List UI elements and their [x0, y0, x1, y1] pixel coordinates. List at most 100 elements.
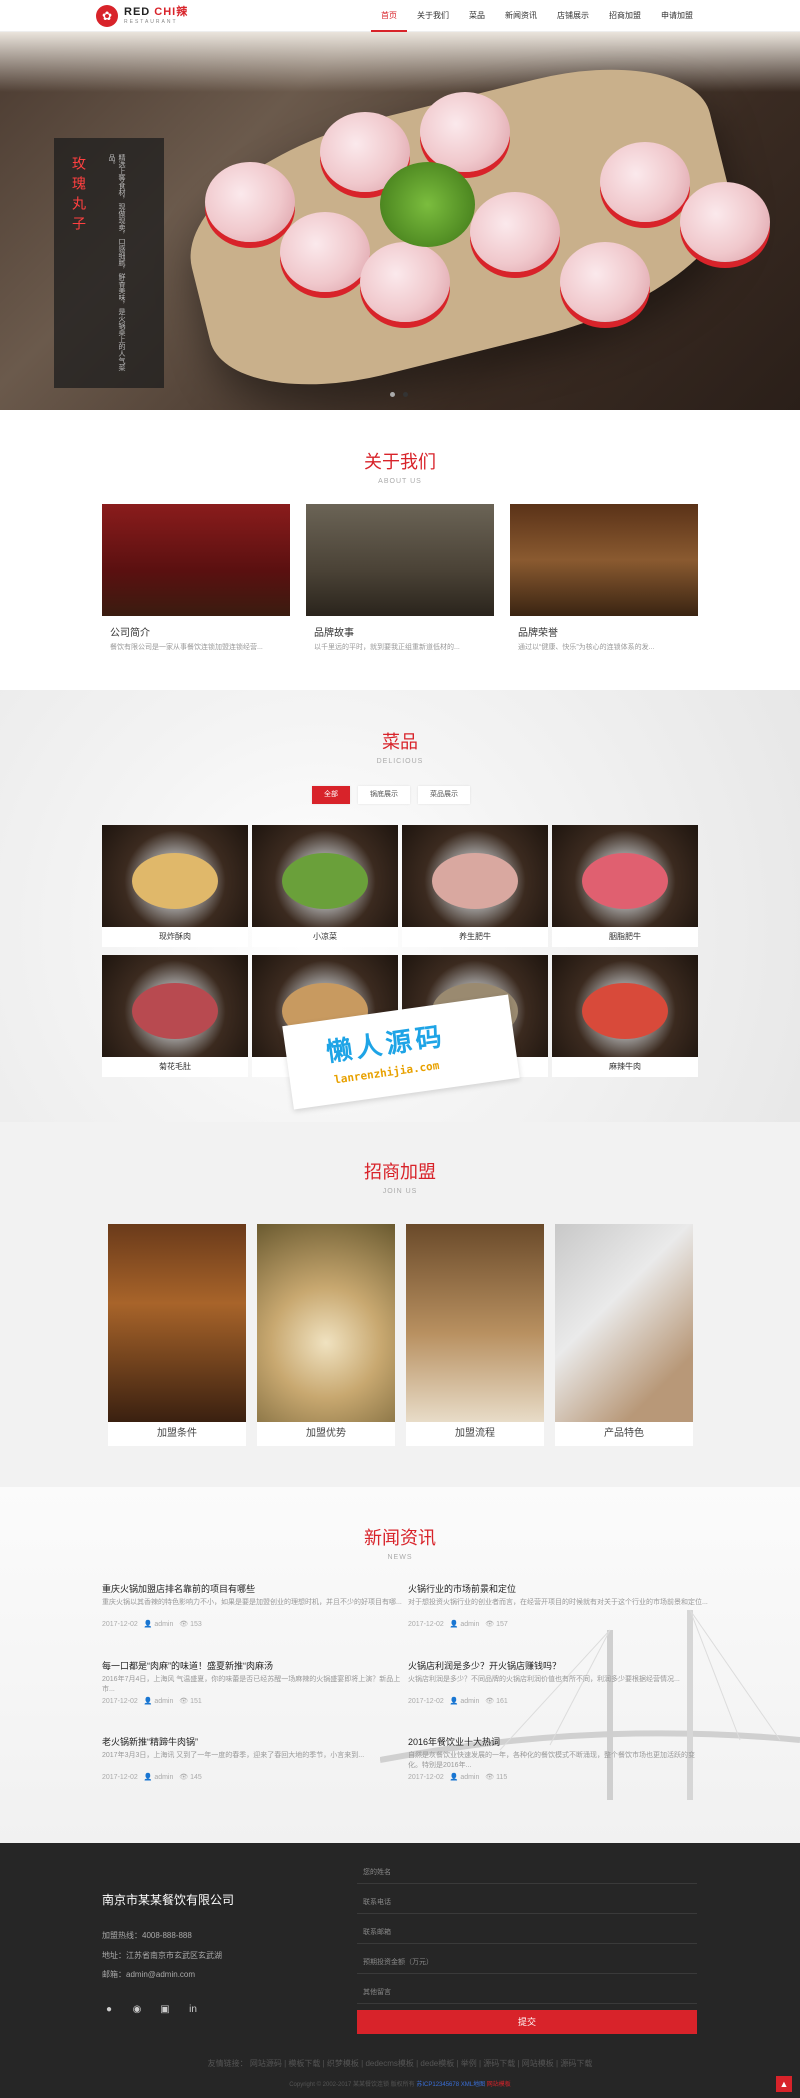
news-item-title[interactable]: 火锅店利润是多少？开火锅店赚钱吗？ — [408, 1659, 708, 1672]
twitter-icon[interactable]: ▣ — [158, 2004, 172, 2015]
about-card[interactable]: 品牌荣誉 通过以“健康、快乐”为核心的连锁体系的发... — [510, 504, 698, 654]
slider-dot[interactable] — [390, 392, 395, 397]
news-item[interactable]: 火锅店利润是多少？开火锅店赚钱吗？ 火锅店利润是多少？不同品牌的火锅店利润价值也… — [408, 1659, 708, 1705]
news-item[interactable]: 老火锅新推“精蹄牛肉锅” 2017年3月3日，上海讯 又到了一年一度的春季，迎来… — [102, 1735, 402, 1781]
linkedin-icon[interactable]: in — [186, 2004, 200, 2015]
template-link[interactable]: 网站模板 — [487, 2082, 511, 2088]
join-card[interactable]: 加盟流程 — [406, 1224, 544, 1446]
copyright-text: Copyright © 2002-2017 某某餐饮连锁 版权所有 — [289, 2082, 415, 2088]
news-item-title[interactable]: 火锅行业的市场前景和定位 — [408, 1582, 708, 1595]
about-card-title[interactable]: 品牌荣誉 — [510, 624, 698, 639]
join-card-label[interactable]: 加盟条件 — [108, 1422, 246, 1446]
dish-card[interactable]: 现炸酥肉 — [102, 825, 248, 947]
back-to-top-icon[interactable]: ▲ — [776, 2076, 792, 2092]
tab-all[interactable]: 全部 — [312, 786, 350, 804]
tab-pot-base[interactable]: 锅底展示 — [358, 786, 410, 804]
nav-dishes[interactable]: 菜品 — [459, 0, 495, 32]
news-item-title[interactable]: 2016年餐饮业十大热词 — [408, 1735, 708, 1748]
join-subtitle: JOIN US — [382, 1188, 418, 1195]
news-item[interactable]: 火锅行业的市场前景和定位 对于想投资火锅行业的创业者而言，在经营开项目的时候就有… — [408, 1582, 708, 1628]
nav-news[interactable]: 新闻资讯 — [495, 0, 547, 32]
copyright: Copyright © 2002-2017 某某餐饮连锁 版权所有 苏ICP12… — [0, 2079, 800, 2088]
news-item[interactable]: 重庆火锅加盟店排名靠前的项目有哪些 重庆火锅以其香辣的特色影响力不小，如果是要是… — [102, 1582, 402, 1628]
dish-tabs: 全部 锅底展示 菜品展示 — [312, 786, 470, 804]
name-field[interactable]: 您的姓名 — [357, 1862, 697, 1884]
dish-name[interactable]: 现炸酥肉 — [102, 927, 248, 947]
icp-link[interactable]: 苏ICP12345678 — [416, 2082, 459, 2088]
join-card-label[interactable]: 产品特色 — [555, 1422, 693, 1446]
dish-card[interactable]: 养生肥牛 — [402, 825, 548, 947]
nav-about[interactable]: 关于我们 — [407, 0, 459, 32]
news-title: 新闻资讯 — [364, 1528, 436, 1548]
company-phone: 加盟热线：4008-888-888 — [102, 1931, 192, 1940]
news-item[interactable]: 2016年餐饮业十大热词 自然是灰餐饮业快速发展的一年，各种化的餐饮模式不断涌现… — [408, 1735, 708, 1781]
message-field[interactable]: 其他留言 — [357, 1982, 697, 2004]
site-header: ✿ RED CHI辣 RESTAURANT 首页 关于我们 菜品 新闻资讯 店铺… — [0, 0, 800, 32]
nav-join[interactable]: 招商加盟 — [599, 0, 651, 32]
news-item-desc: 对于想投资火锅行业的创业者而言，在经营开项目的时候就有对关于这个行业的市场前景和… — [408, 1599, 708, 1606]
news-item-meta: 2017-12-02 👤 admin 👁 115 — [408, 1774, 508, 1781]
join-image — [257, 1224, 395, 1422]
news-item-meta: 2017-12-02 👤 admin 👁 151 — [102, 1698, 202, 1705]
dish-card[interactable]: 小凉菜 — [252, 825, 398, 947]
news-item[interactable]: 每一口都是“肉麻”的味道！盛夏新推“肉麻汤 2016年7月4日，上海风 气温盛夏… — [102, 1659, 402, 1705]
phone-field[interactable]: 联系电话 — [357, 1892, 697, 1914]
about-image — [510, 504, 698, 616]
news-item-desc: 重庆火锅以其香辣的特色影响力不小，如果是要是加盟创业的理想时机，并且不少的好项目… — [102, 1599, 402, 1606]
hero-title: 玫瑰丸子 — [70, 156, 86, 236]
about-card[interactable]: 公司简介 餐饮有限公司是一家从事餐饮连锁加盟连锁经营... — [102, 504, 290, 654]
hero-caption: 玫瑰丸子 精选上等食材，现做现卖，口感细腻，鲜香美味，是火锅桌上的人气菜品。 — [54, 138, 164, 388]
tab-dishes[interactable]: 菜品展示 — [418, 786, 470, 804]
dishes-subtitle: DELICIOUS — [376, 758, 424, 765]
news-item-title[interactable]: 每一口都是“肉麻”的味道！盛夏新推“肉麻汤 — [102, 1659, 402, 1672]
hero-text: 精选上等食材，现做现卖，口感细腻，鲜香美味，是火锅桌上的人气菜品。 — [108, 154, 125, 371]
qq-icon[interactable]: ● — [102, 2004, 116, 2015]
nav-apply[interactable]: 申请加盟 — [651, 0, 703, 32]
nav-stores[interactable]: 店铺展示 — [547, 0, 599, 32]
dish-card[interactable]: 胭脂肥牛 — [552, 825, 698, 947]
company-name: 南京市某某餐饮有限公司 — [102, 1893, 235, 1907]
submit-button[interactable]: 提交 — [357, 2010, 697, 2034]
logo-subtitle: RESTAURANT — [124, 19, 178, 25]
friend-links[interactable]: 友情链接： 网站源码 | 模板下载 | 织梦模板 | dedecms模板 | d… — [0, 2058, 800, 2069]
hero-banner[interactable]: 玫瑰丸子 精选上等食材，现做现卖，口感细腻，鲜香美味，是火锅桌上的人气菜品。 — [0, 32, 800, 410]
about-card-text: 以千里远的平时，就到要我正组重新道低材的... — [314, 644, 460, 651]
dish-card[interactable]: 麻辣牛肉 — [552, 955, 698, 1077]
about-card[interactable]: 品牌故事 以千里远的平时，就到要我正组重新道低材的... — [306, 504, 494, 654]
join-card-label[interactable]: 加盟优势 — [257, 1422, 395, 1446]
news-item-desc: 2016年7月4日，上海风 气温盛夏，你的味蕾是否已经苏醒一场麻辣的火锅盛宴即将… — [102, 1676, 401, 1693]
dish-name[interactable]: 胭脂肥牛 — [552, 927, 698, 947]
news-item-title[interactable]: 老火锅新推“精蹄牛肉锅” — [102, 1735, 402, 1748]
nav-home[interactable]: 首页 — [371, 0, 407, 32]
about-card-title[interactable]: 公司简介 — [102, 624, 290, 639]
dish-name[interactable]: 菊花毛肚 — [102, 1057, 248, 1077]
join-card[interactable]: 产品特色 — [555, 1224, 693, 1446]
join-title: 招商加盟 — [364, 1162, 436, 1182]
dish-image — [102, 955, 248, 1057]
about-subtitle: ABOUT US — [378, 478, 422, 485]
join-card[interactable]: 加盟条件 — [108, 1224, 246, 1446]
about-card-title[interactable]: 品牌故事 — [306, 624, 494, 639]
email-field[interactable]: 联系邮箱 — [357, 1922, 697, 1944]
join-card[interactable]: 加盟优势 — [257, 1224, 395, 1446]
logo[interactable]: ✿ RED CHI辣 RESTAURANT — [96, 4, 188, 28]
news-subtitle: NEWS — [387, 1554, 413, 1561]
news-item-desc: 自然是灰餐饮业快速发展的一年，各种化的餐饮模式不断涌现，整个餐饮市场也更加活跃的… — [408, 1752, 695, 1769]
dish-name[interactable]: 养生肥牛 — [402, 927, 548, 947]
investment-field[interactable]: 预期投资金额（万元） — [357, 1952, 697, 1974]
main-nav: 首页 关于我们 菜品 新闻资讯 店铺展示 招商加盟 申请加盟 — [371, 0, 703, 32]
dish-card[interactable]: 菊花毛肚 — [102, 955, 248, 1077]
news-item-meta: 2017-12-02 👤 admin 👁 153 — [102, 1621, 202, 1628]
join-card-label[interactable]: 加盟流程 — [406, 1422, 544, 1446]
social-links: ● ◉ ▣ in — [102, 2004, 200, 2015]
slider-dot-active[interactable] — [403, 392, 408, 397]
dish-name[interactable]: 麻辣牛肉 — [552, 1057, 698, 1077]
about-image — [102, 504, 290, 616]
news-item-title[interactable]: 重庆火锅加盟店排名靠前的项目有哪些 — [102, 1582, 402, 1595]
dish-image — [252, 825, 398, 927]
sitemap-link[interactable]: XML地图 — [461, 2082, 485, 2088]
dish-name[interactable]: 小凉菜 — [252, 927, 398, 947]
chili-logo-icon: ✿ — [96, 5, 118, 27]
weibo-icon[interactable]: ◉ — [130, 2004, 144, 2015]
about-title: 关于我们 — [364, 452, 436, 472]
